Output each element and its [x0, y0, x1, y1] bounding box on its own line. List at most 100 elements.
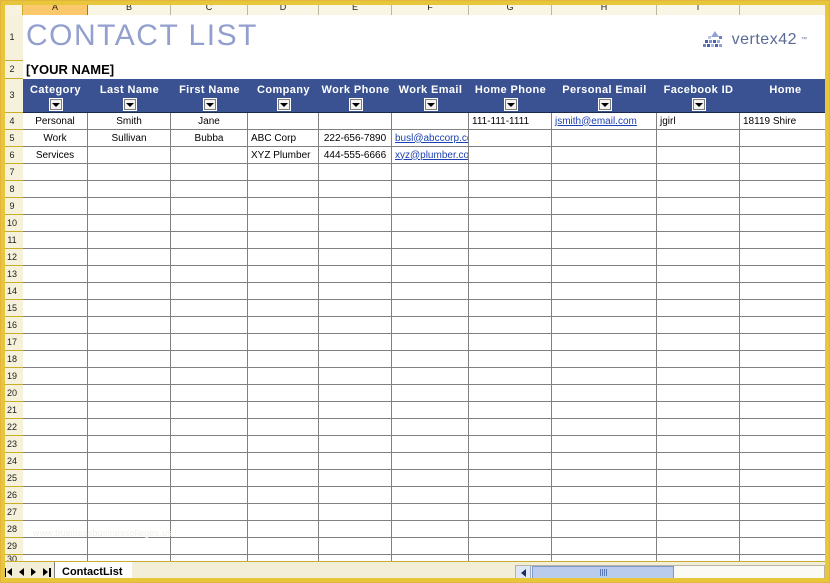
cell-B12[interactable]	[88, 249, 171, 266]
cell-E26[interactable]	[319, 487, 392, 504]
cell-G14[interactable]	[469, 283, 552, 300]
next-sheet-button[interactable]	[31, 568, 36, 576]
cell-G18[interactable]	[469, 351, 552, 368]
cell-F12[interactable]	[392, 249, 469, 266]
cell-E22[interactable]	[319, 419, 392, 436]
cell-F27[interactable]	[392, 504, 469, 521]
cell-J15[interactable]	[740, 300, 830, 317]
autofilter-button-personal-email[interactable]	[598, 98, 612, 111]
cell-B20[interactable]	[88, 385, 171, 402]
cell-F14[interactable]	[392, 283, 469, 300]
cell-G11[interactable]	[469, 232, 552, 249]
cell-J9[interactable]	[740, 198, 830, 215]
cell-F10[interactable]	[392, 215, 469, 232]
column-header-B[interactable]: B	[88, 1, 171, 15]
cell-B16[interactable]	[88, 317, 171, 334]
row-header-6[interactable]: 6	[1, 147, 23, 164]
cell-E19[interactable]	[319, 368, 392, 385]
cell-E29[interactable]	[319, 538, 392, 555]
cell-D18[interactable]	[248, 351, 319, 368]
cell-H8[interactable]	[552, 181, 657, 198]
cell-G8[interactable]	[469, 181, 552, 198]
cell-B11[interactable]	[88, 232, 171, 249]
horizontal-scroll-track[interactable]	[674, 566, 824, 579]
cell-A24[interactable]	[23, 453, 88, 470]
cell-G21[interactable]	[469, 402, 552, 419]
cell-F28[interactable]	[392, 521, 469, 538]
row-header-25[interactable]: 25	[1, 470, 23, 487]
cell-E11[interactable]	[319, 232, 392, 249]
cell-F15[interactable]	[392, 300, 469, 317]
cell-A8[interactable]	[23, 181, 88, 198]
email-link[interactable]: busl@abccorp.com	[395, 133, 469, 144]
cell-B9[interactable]	[88, 198, 171, 215]
cell-E20[interactable]	[319, 385, 392, 402]
cell-G12[interactable]	[469, 249, 552, 266]
row-header-9[interactable]: 9	[1, 198, 23, 215]
cell-F11[interactable]	[392, 232, 469, 249]
cell-B6[interactable]	[88, 147, 171, 164]
cell-A10[interactable]	[23, 215, 88, 232]
cell-E23[interactable]	[319, 436, 392, 453]
autofilter-button-first-name[interactable]	[203, 98, 217, 111]
cell-J17[interactable]	[740, 334, 830, 351]
cell-J7[interactable]	[740, 164, 830, 181]
cell-A6[interactable]: Services	[23, 147, 88, 164]
cell-H24[interactable]	[552, 453, 657, 470]
cell-I22[interactable]	[657, 419, 740, 436]
cell-G29[interactable]	[469, 538, 552, 555]
cell-C4[interactable]: Jane	[171, 113, 248, 130]
last-sheet-button[interactable]	[43, 568, 51, 577]
cell-E15[interactable]	[319, 300, 392, 317]
cell-D16[interactable]	[248, 317, 319, 334]
column-header-E[interactable]: E	[319, 1, 392, 15]
autofilter-button-company[interactable]	[277, 98, 291, 111]
row-header-24[interactable]: 24	[1, 453, 23, 470]
row-header-20[interactable]: 20	[1, 385, 23, 402]
cell-J11[interactable]	[740, 232, 830, 249]
cell-C7[interactable]	[171, 164, 248, 181]
cell-E12[interactable]	[319, 249, 392, 266]
cell-B17[interactable]	[88, 334, 171, 351]
row-header-13[interactable]: 13	[1, 266, 23, 283]
cell-J25[interactable]	[740, 470, 830, 487]
cell-E14[interactable]	[319, 283, 392, 300]
cell-A27[interactable]	[23, 504, 88, 521]
cell-H26[interactable]	[552, 487, 657, 504]
cell-I6[interactable]	[657, 147, 740, 164]
row-header-22[interactable]: 22	[1, 419, 23, 436]
cell-F25[interactable]	[392, 470, 469, 487]
cell-J12[interactable]	[740, 249, 830, 266]
cell-H7[interactable]	[552, 164, 657, 181]
column-header-D[interactable]: D	[248, 1, 319, 15]
cell-A13[interactable]	[23, 266, 88, 283]
cell-J29[interactable]	[740, 538, 830, 555]
row-header-27[interactable]: 27	[1, 504, 23, 521]
cell-H16[interactable]	[552, 317, 657, 334]
cell-A4[interactable]: Personal	[23, 113, 88, 130]
cell-C17[interactable]	[171, 334, 248, 351]
cell-B13[interactable]	[88, 266, 171, 283]
cell-H19[interactable]	[552, 368, 657, 385]
cell-J8[interactable]	[740, 181, 830, 198]
cell-D20[interactable]	[248, 385, 319, 402]
row-header-15[interactable]: 15	[1, 300, 23, 317]
cell-A5[interactable]: Work	[23, 130, 88, 147]
column-header-I[interactable]: I	[657, 1, 740, 15]
row-header-8[interactable]: 8	[1, 181, 23, 198]
cell-H5[interactable]	[552, 130, 657, 147]
cell-B14[interactable]	[88, 283, 171, 300]
email-link[interactable]: xyz@plumber.com	[395, 150, 469, 161]
cell-E21[interactable]	[319, 402, 392, 419]
cell-J28[interactable]	[740, 521, 830, 538]
cell-C10[interactable]	[171, 215, 248, 232]
cell-A22[interactable]	[23, 419, 88, 436]
cell-C12[interactable]	[171, 249, 248, 266]
cell-I16[interactable]	[657, 317, 740, 334]
horizontal-scroll-thumb[interactable]	[532, 566, 674, 579]
cell-D17[interactable]	[248, 334, 319, 351]
cell-H21[interactable]	[552, 402, 657, 419]
cell-B4[interactable]: Smith	[88, 113, 171, 130]
cell-E17[interactable]	[319, 334, 392, 351]
column-header-A[interactable]: A	[23, 1, 88, 15]
